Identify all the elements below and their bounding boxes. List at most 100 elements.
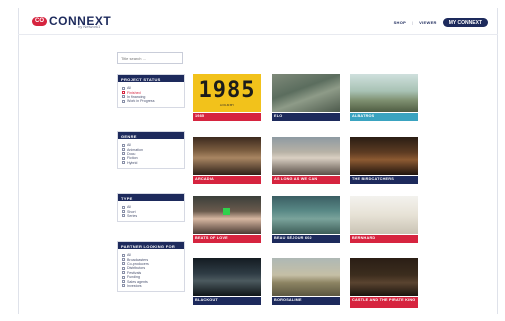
filter-title: GENRE	[118, 132, 184, 139]
filter-option-label: Sales agents	[127, 279, 148, 284]
film-thumbnail[interactable]	[350, 137, 418, 175]
film-title-label[interactable]: ALBATROS	[350, 113, 418, 121]
filter-option[interactable]: Work in Progress	[122, 99, 181, 103]
filter-option-label: Funding	[127, 275, 140, 280]
filter-option-label: All	[127, 86, 131, 91]
film-tile[interactable]: BEATS OF LOVE	[193, 196, 261, 246]
film-thumbnail[interactable]	[350, 74, 418, 112]
film-tile[interactable]: BLACKOUT	[193, 258, 261, 308]
checkbox[interactable]	[122, 161, 125, 165]
film-title-label[interactable]: ELO	[272, 113, 340, 121]
film-title-label[interactable]: BERNHARD	[350, 235, 418, 243]
poster-title: 1985	[198, 77, 256, 103]
film-thumbnail[interactable]	[272, 196, 340, 234]
film-tile[interactable]: THE BIRDCATCHERS	[350, 137, 418, 187]
film-thumbnail[interactable]	[193, 137, 261, 175]
film-tile[interactable]: 1985 A FILM BY 1985	[193, 74, 261, 124]
filter-option[interactable]: Hybrid	[122, 161, 181, 165]
filter-option[interactable]: Investors	[122, 284, 181, 288]
checkbox[interactable]	[122, 284, 125, 288]
checkbox[interactable]	[122, 271, 125, 275]
film-tile[interactable]: CASTLE AND THE PIRATE KING	[350, 258, 418, 308]
film-title-label[interactable]: ARCADIA	[193, 176, 261, 184]
film-title-label[interactable]: BEAU SÉJOUR 602	[272, 235, 340, 243]
checkbox[interactable]	[122, 205, 125, 209]
top-nav: SHOP | VIEWER MY CONNEXT	[394, 18, 488, 27]
film-tile[interactable]: ALBATROS	[350, 74, 418, 124]
checkbox[interactable]	[122, 156, 125, 160]
filter-option[interactable]: Series	[122, 214, 181, 218]
nav-separator: |	[412, 20, 414, 25]
film-tile[interactable]: ARCADIA	[193, 137, 261, 187]
film-title-label[interactable]: BLACKOUT	[193, 297, 261, 305]
filter-type: TYPE All Short Series	[117, 193, 185, 223]
filter-options: All Short Series	[118, 201, 184, 221]
checkbox[interactable]	[122, 99, 125, 103]
film-tile[interactable]: BERNHARD	[350, 196, 418, 246]
film-thumbnail[interactable]	[350, 258, 418, 296]
checkbox[interactable]	[122, 91, 125, 95]
checkbox[interactable]	[122, 280, 125, 284]
filter-option-label: Finished	[127, 90, 141, 95]
film-thumbnail[interactable]	[272, 74, 340, 112]
filter-option-label: Docu	[127, 151, 136, 156]
film-title-label[interactable]: 1985	[193, 113, 261, 121]
checkbox[interactable]	[122, 258, 125, 262]
film-title-label[interactable]: BOROSALIME	[272, 297, 340, 305]
film-thumbnail[interactable]	[272, 137, 340, 175]
filter-options: All Animation Docu Fiction Hybrid	[118, 139, 184, 168]
filter-title: TYPE	[118, 194, 184, 201]
film-tile[interactable]: ELO	[272, 74, 340, 124]
checkbox[interactable]	[122, 214, 125, 218]
film-thumbnail[interactable]	[193, 196, 261, 234]
filter-option-label: In financing	[127, 94, 146, 99]
film-thumbnail[interactable]	[272, 258, 340, 296]
checkbox[interactable]	[122, 262, 125, 266]
checkbox[interactable]	[122, 148, 125, 152]
film-title-label[interactable]: CASTLE AND THE PIRATE KING	[350, 297, 418, 308]
filter-option-label: Series	[127, 213, 138, 218]
nav-shop[interactable]: SHOP	[394, 20, 407, 25]
film-thumbnail[interactable]: 1985 A FILM BY	[193, 74, 261, 112]
nav-viewer[interactable]: VIEWER	[419, 20, 437, 25]
my-connext-label: MY CONNEXT	[448, 19, 482, 26]
my-connext-button[interactable]: MY CONNEXT	[442, 18, 488, 27]
checkbox[interactable]	[122, 95, 125, 99]
filter-option-label: All	[127, 143, 131, 148]
filter-option-label: Fiction	[127, 156, 138, 161]
checkbox[interactable]	[122, 143, 125, 147]
filter-option-label: Distributors	[127, 266, 146, 271]
film-title-label[interactable]: AS LONG AS WE CAN	[272, 176, 340, 184]
checkbox[interactable]	[122, 275, 125, 279]
checkbox[interactable]	[122, 266, 125, 270]
filter-partner-looking-for: PARTNER LOOKING FOR All Broadcasters Co-pro…	[117, 241, 185, 293]
filter-option-label: Hybrid	[127, 160, 138, 165]
logo-badge: CO	[32, 16, 47, 26]
film-tile[interactable]: BEAU SÉJOUR 602	[272, 196, 340, 246]
filter-option-label: Investors	[127, 283, 142, 288]
film-tile[interactable]: AS LONG AS WE CAN	[272, 137, 340, 187]
site-header: CO CONNEXT by Network1 SHOP | VIEWER MY …	[18, 8, 498, 34]
filter-option-label: All	[127, 253, 131, 258]
title-search-input[interactable]	[117, 52, 183, 64]
logo-subtitle: by Network1	[78, 24, 101, 29]
film-thumbnail[interactable]	[350, 196, 418, 234]
checkbox[interactable]	[122, 253, 125, 257]
filter-option-label: Work in Progress	[127, 99, 155, 104]
filter-genre: GENRE All Animation Docu Fiction Hybrid	[117, 131, 185, 169]
header-divider	[18, 34, 498, 35]
checkbox[interactable]	[122, 86, 125, 90]
film-title-label[interactable]: THE BIRDCATCHERS	[350, 176, 418, 184]
filter-option-label: Short	[127, 209, 136, 214]
checkbox[interactable]	[122, 152, 125, 156]
filter-options: All Broadcasters Co-producers Distributors F…	[118, 249, 184, 291]
poster-subtitle: A FILM BY	[219, 102, 235, 107]
film-title-label[interactable]: BEATS OF LOVE	[193, 235, 261, 243]
filter-title: PROJECT STATUS	[118, 75, 184, 82]
film-thumbnail[interactable]	[193, 258, 261, 296]
filter-options: All Finished In financing Work in Progress	[118, 82, 184, 107]
filter-option-label: Festivals	[127, 270, 142, 275]
film-tile[interactable]: BOROSALIME	[272, 258, 340, 308]
checkbox[interactable]	[122, 210, 125, 214]
filter-title: PARTNER LOOKING FOR	[118, 242, 184, 249]
